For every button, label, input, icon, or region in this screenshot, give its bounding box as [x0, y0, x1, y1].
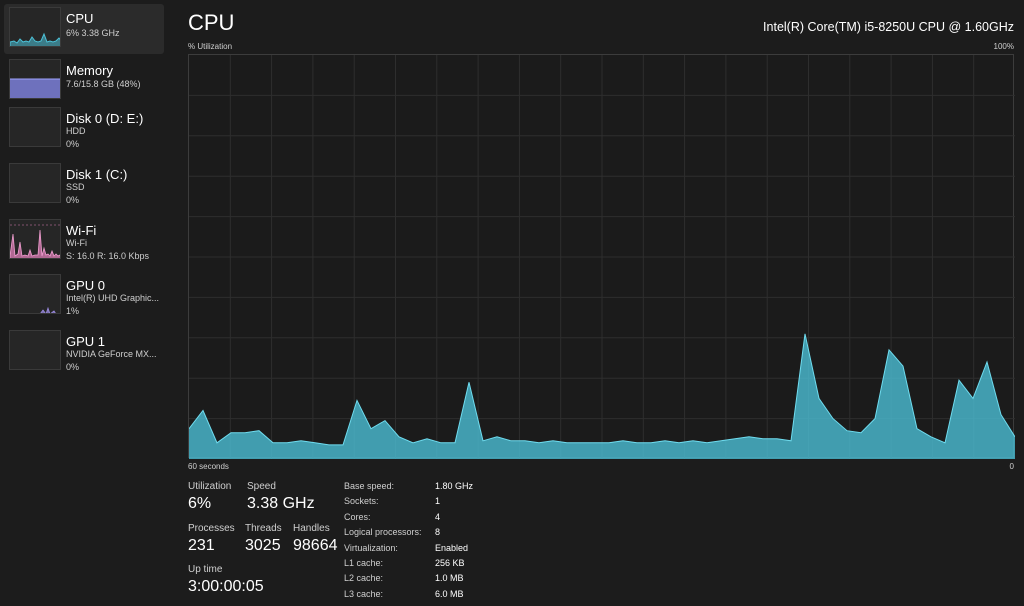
spec-label: Logical processors: [344, 527, 422, 537]
utilization-value: 6% [188, 495, 212, 512]
sidebar-item-wifi[interactable]: Wi-Fi Wi-Fi S: 16.0 R: 16.0 Kbps [4, 216, 164, 266]
disk1-thumbnail-graph [9, 163, 61, 203]
spec-value: 1 [435, 496, 441, 506]
sidebar-item-disk-1[interactable]: Disk 1 (C:) SSD 0% [4, 160, 164, 210]
graph-y-label: % Utilization [188, 42, 233, 51]
task-manager-performance: CPU 6% 3.38 GHz Memory 7.6/15.8 GB (48%)… [0, 0, 1024, 606]
cpu-model-name: Intel(R) Core(TM) i5-8250U CPU @ 1.60GHz [763, 20, 1014, 34]
sidebar-item-sub: Wi-Fi [66, 238, 87, 248]
spec-label: L1 cache: [344, 558, 384, 568]
page-title: CPU [188, 10, 235, 35]
sidebar-item-sub2: 0% [66, 139, 80, 149]
spec-value: 4 [435, 512, 441, 522]
sidebar-item-disk-0[interactable]: Disk 0 (D: E:) HDD 0% [4, 104, 164, 154]
spec-value: 6.0 MB [435, 589, 464, 599]
threads-label: Threads [245, 523, 282, 534]
sidebar-item-sub2: 0% [66, 362, 80, 372]
cpu-detail-panel: CPU Intel(R) Core(TM) i5-8250U CPU @ 1.6… [188, 0, 1018, 606]
spec-label: Sockets: [344, 496, 379, 506]
spec-value: 1.80 GHz [435, 481, 474, 491]
spec-label: Virtualization: [344, 543, 398, 553]
sidebar-item-title: Disk 0 (D: E:) [66, 111, 144, 126]
cpu-thumbnail-graph [9, 7, 61, 47]
sidebar-item-gpu-1[interactable]: GPU 1 NVIDIA GeForce MX... 0% [4, 327, 164, 377]
sidebar-item-title: CPU [66, 11, 94, 26]
sidebar-item-title: GPU 0 [66, 278, 106, 293]
threads-value: 3025 [245, 537, 281, 554]
sidebar-item-sub: 6% 3.38 GHz [66, 28, 120, 38]
graph-max-label: 100% [993, 42, 1014, 51]
memory-thumbnail-graph [9, 59, 61, 99]
gpu0-thumbnail-graph [9, 274, 61, 314]
speed-label: Speed [247, 481, 276, 492]
gpu1-thumbnail-graph [9, 330, 61, 370]
processes-value: 231 [188, 537, 215, 554]
spec-label: L3 cache: [344, 589, 384, 599]
sidebar-item-sub: 7.6/15.8 GB (48%) [66, 79, 141, 89]
sidebar-item-sub: HDD [66, 126, 86, 136]
sidebar-item-sub: NVIDIA GeForce MX... [66, 349, 157, 359]
utilization-label: Utilization [188, 481, 232, 492]
sidebar-item-sub2: S: 16.0 R: 16.0 Kbps [66, 251, 150, 261]
spec-value: Enabled [435, 543, 469, 553]
disk0-thumbnail-graph [9, 107, 61, 147]
graph-time-start: 60 seconds [188, 462, 229, 471]
sidebar-item-title: GPU 1 [66, 334, 106, 349]
wifi-thumbnail-graph [9, 219, 61, 259]
spec-value: 8 [435, 527, 441, 537]
handles-value: 98664 [293, 537, 338, 554]
spec-value: 1.0 MB [435, 573, 464, 583]
sidebar-item-title: Disk 1 (C:) [66, 167, 128, 182]
graph-time-end: 0 [1009, 462, 1014, 471]
sidebar-item-sub2: 0% [66, 195, 80, 205]
sidebar-item-cpu[interactable]: CPU 6% 3.38 GHz [4, 4, 164, 54]
sidebar-item-memory[interactable]: Memory 7.6/15.8 GB (48%) [4, 56, 164, 106]
spec-label: L2 cache: [344, 573, 384, 583]
cpu-utilization-graph [188, 54, 1015, 459]
sidebar-item-sub: Intel(R) UHD Graphic... [66, 293, 160, 303]
uptime-value: 3:00:00:05 [188, 578, 264, 595]
speed-value: 3.38 GHz [247, 495, 315, 512]
sidebar-item-gpu-0[interactable]: GPU 0 Intel(R) UHD Graphic... 1% [4, 271, 164, 321]
sidebar-item-sub2: 1% [66, 306, 80, 316]
sidebar-item-title: Memory [66, 63, 113, 78]
processes-label: Processes [188, 523, 235, 534]
spec-label: Cores: [344, 512, 371, 522]
sidebar-item-sub: SSD [66, 182, 85, 192]
spec-value: 256 KB [435, 558, 465, 568]
uptime-label: Up time [188, 564, 223, 575]
performance-sidebar: CPU 6% 3.38 GHz Memory 7.6/15.8 GB (48%)… [0, 0, 170, 606]
spec-label: Base speed: [344, 481, 395, 491]
sidebar-item-title: Wi-Fi [66, 223, 97, 238]
cpu-graph-svg [189, 55, 1015, 459]
handles-label: Handles [293, 523, 330, 534]
